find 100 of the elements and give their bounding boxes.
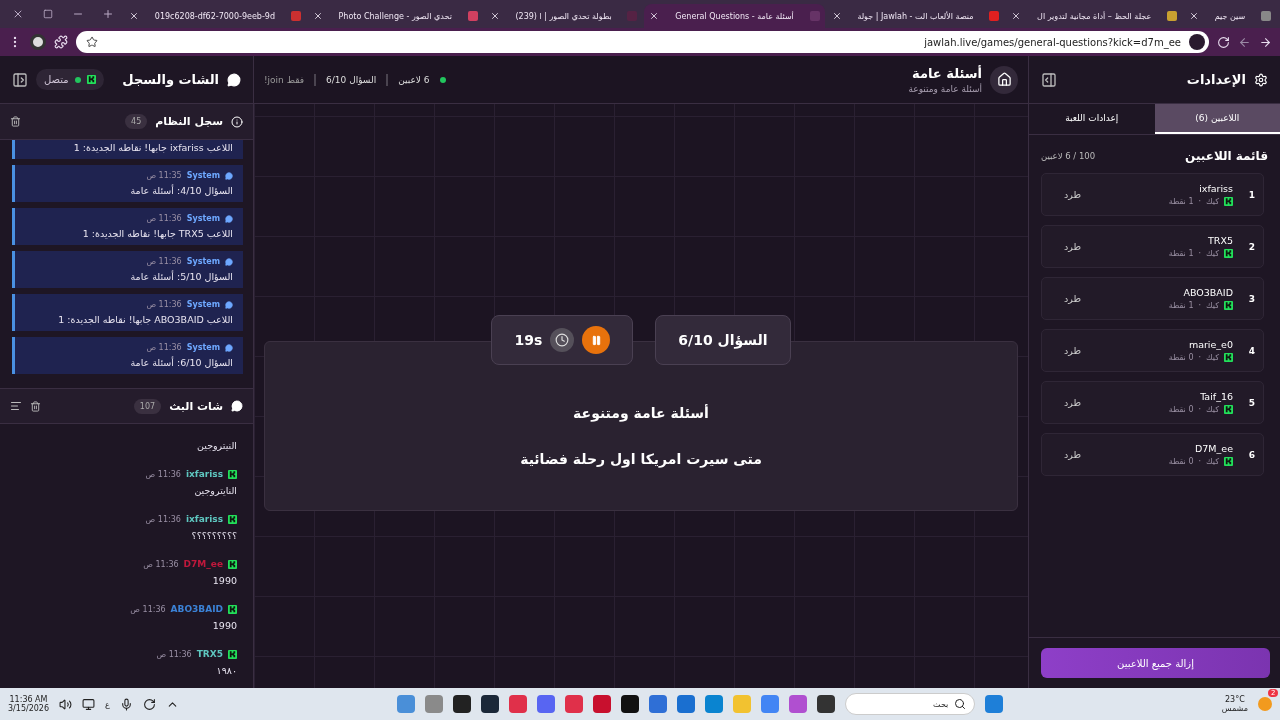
count-badge: 107 — [133, 398, 162, 414]
message-time: 11:36 ص — [130, 604, 166, 614]
pause-button[interactable] — [582, 326, 611, 354]
player-count: 6 لاعبين — [398, 74, 430, 85]
search-icon — [954, 698, 967, 710]
player-platform: كيك — [1206, 405, 1219, 414]
favicon-icon — [467, 11, 478, 21]
clock-time: 11:36 AM — [9, 695, 48, 704]
list-title: قائمة اللاعبين — [1185, 149, 1268, 163]
home-icon — [996, 72, 1012, 87]
close-icon[interactable] — [1189, 11, 1199, 21]
settings-tab[interactable]: اللاعبين (6) — [1154, 104, 1280, 134]
online-dot — [439, 76, 446, 83]
game-title: أسئلة عامة — [911, 65, 982, 81]
extension-icon[interactable] — [30, 34, 46, 50]
kick-logo-icon — [1224, 405, 1233, 414]
browser-tab[interactable]: 019c6208-df62-7000-9eeb-9d — [124, 4, 306, 28]
restore-icon[interactable] — [43, 9, 54, 19]
language-indicator[interactable]: ع — [105, 699, 110, 709]
close-icon[interactable] — [1011, 11, 1022, 21]
player-name: D7M_ee — [1195, 443, 1233, 454]
chat-username: D7M_ee — [183, 559, 223, 569]
back-icon[interactable] — [1259, 35, 1272, 49]
sync-icon[interactable] — [142, 697, 156, 711]
player-name: TRX5 — [1208, 235, 1233, 246]
kick-logo-icon — [1224, 301, 1233, 310]
kick-button[interactable]: طرد — [1060, 187, 1086, 202]
trash-icon[interactable] — [10, 116, 21, 127]
player-points: 0 نقطة — [1168, 405, 1194, 414]
chat-message: 1990 — [211, 575, 237, 586]
join-hint: فقط join! — [264, 74, 305, 85]
favicon-icon — [1261, 11, 1271, 21]
chat-bubble-icon — [225, 343, 233, 352]
kick-logo-icon — [1224, 197, 1233, 206]
new-tab-icon[interactable] — [102, 8, 115, 20]
kick-logo-icon — [228, 559, 237, 569]
clock-date: 3/15/2026 — [8, 704, 50, 713]
browser-tab[interactable]: (239) بطولة تحدي الصور | ا — [484, 4, 643, 28]
network-icon[interactable] — [82, 697, 96, 711]
address-bar[interactable]: jawlah.live/games/general-questions?kick=d7m_ee — [76, 31, 1209, 53]
browser-tab[interactable]: عجلة الحظ – أداة مجانية لتدوير ال — [1006, 4, 1182, 28]
profile-avatar[interactable] — [1189, 34, 1205, 50]
close-icon[interactable] — [312, 11, 323, 21]
player-platform: كيك — [1206, 301, 1219, 310]
remove-all-button[interactable]: إزالة جميع اللاعبين — [1041, 648, 1270, 678]
close-icon[interactable] — [649, 11, 660, 21]
star-icon[interactable] — [86, 36, 98, 48]
connection-status: متصل — [36, 69, 104, 90]
puzzle-icon[interactable] — [54, 35, 68, 49]
taskbar-app-icon[interactable] — [481, 695, 500, 713]
separator-dot: · — [1198, 457, 1202, 466]
microphone-icon[interactable] — [119, 697, 133, 711]
volume-icon[interactable] — [59, 697, 73, 711]
chat-username: ixfariss — [185, 469, 223, 479]
kick-button[interactable]: طرد — [1060, 447, 1086, 462]
player-platform: كيك — [1206, 197, 1219, 206]
settings-tab[interactable]: إعدادات اللعبة — [1029, 104, 1155, 134]
question-text: متى سيرت امريكا اول رحلة فضائية — [520, 451, 762, 467]
reload-icon[interactable] — [1217, 35, 1230, 49]
taskbar-app-icon[interactable] — [621, 695, 640, 713]
separator-dot: · — [1198, 249, 1202, 258]
align-icon[interactable] — [10, 400, 22, 412]
start-icon[interactable] — [985, 695, 1004, 713]
kick-logo-icon — [228, 469, 237, 479]
collapse-panel-icon[interactable] — [1041, 71, 1057, 88]
taskbar-app-icon[interactable] — [453, 695, 472, 713]
favicon-icon — [809, 11, 820, 21]
browser-tab[interactable]: General Questions - أسئلة عامة — [644, 4, 825, 28]
collapse-panel-icon[interactable] — [12, 71, 28, 88]
panel-title: الإعدادات — [1186, 72, 1246, 87]
taskbar-app-icon[interactable] — [817, 695, 836, 713]
favicon-icon — [290, 11, 301, 21]
kick-button[interactable]: طرد — [1060, 395, 1086, 410]
kick-button[interactable]: طرد — [1060, 291, 1086, 306]
trash-icon[interactable] — [30, 400, 41, 412]
kick-button[interactable]: طرد — [1060, 343, 1086, 358]
count-badge: 45 — [125, 114, 148, 129]
player-name: ixfariss — [1199, 183, 1233, 194]
message-time: 11:36 ص — [143, 559, 179, 569]
player-platform: كيك — [1206, 457, 1219, 466]
player-capacity: 100 / 6 لاعبين — [1041, 151, 1096, 161]
forward-icon[interactable] — [1238, 35, 1251, 49]
message-time: 11:36 ص — [145, 469, 181, 479]
timer-pill: 19s — [491, 315, 634, 365]
kick-logo-icon — [86, 75, 96, 84]
close-icon[interactable] — [489, 11, 500, 21]
taskbar-search[interactable]: بحث — [845, 693, 976, 715]
close-icon[interactable] — [831, 11, 842, 21]
chat-bubble-icon — [225, 257, 233, 266]
kick-button[interactable]: طرد — [1060, 239, 1086, 254]
browser-tab[interactable]: جولة | Jawlah - منصة الألعاب الت — [826, 4, 1005, 28]
chat-bubble-icon — [231, 400, 243, 412]
home-button[interactable] — [990, 65, 1018, 94]
separator-dot: · — [1198, 301, 1202, 310]
player-rank: 3 — [1247, 293, 1255, 304]
browser-tab[interactable]: سين جيم — [1184, 4, 1276, 28]
question-number-pill: السؤال 6/10 — [655, 315, 791, 365]
browser-tab[interactable]: Photo Challenge - تحدي الصور — [307, 4, 483, 28]
chat-message: النيتروجين — [196, 440, 237, 451]
close-icon[interactable] — [129, 11, 140, 21]
